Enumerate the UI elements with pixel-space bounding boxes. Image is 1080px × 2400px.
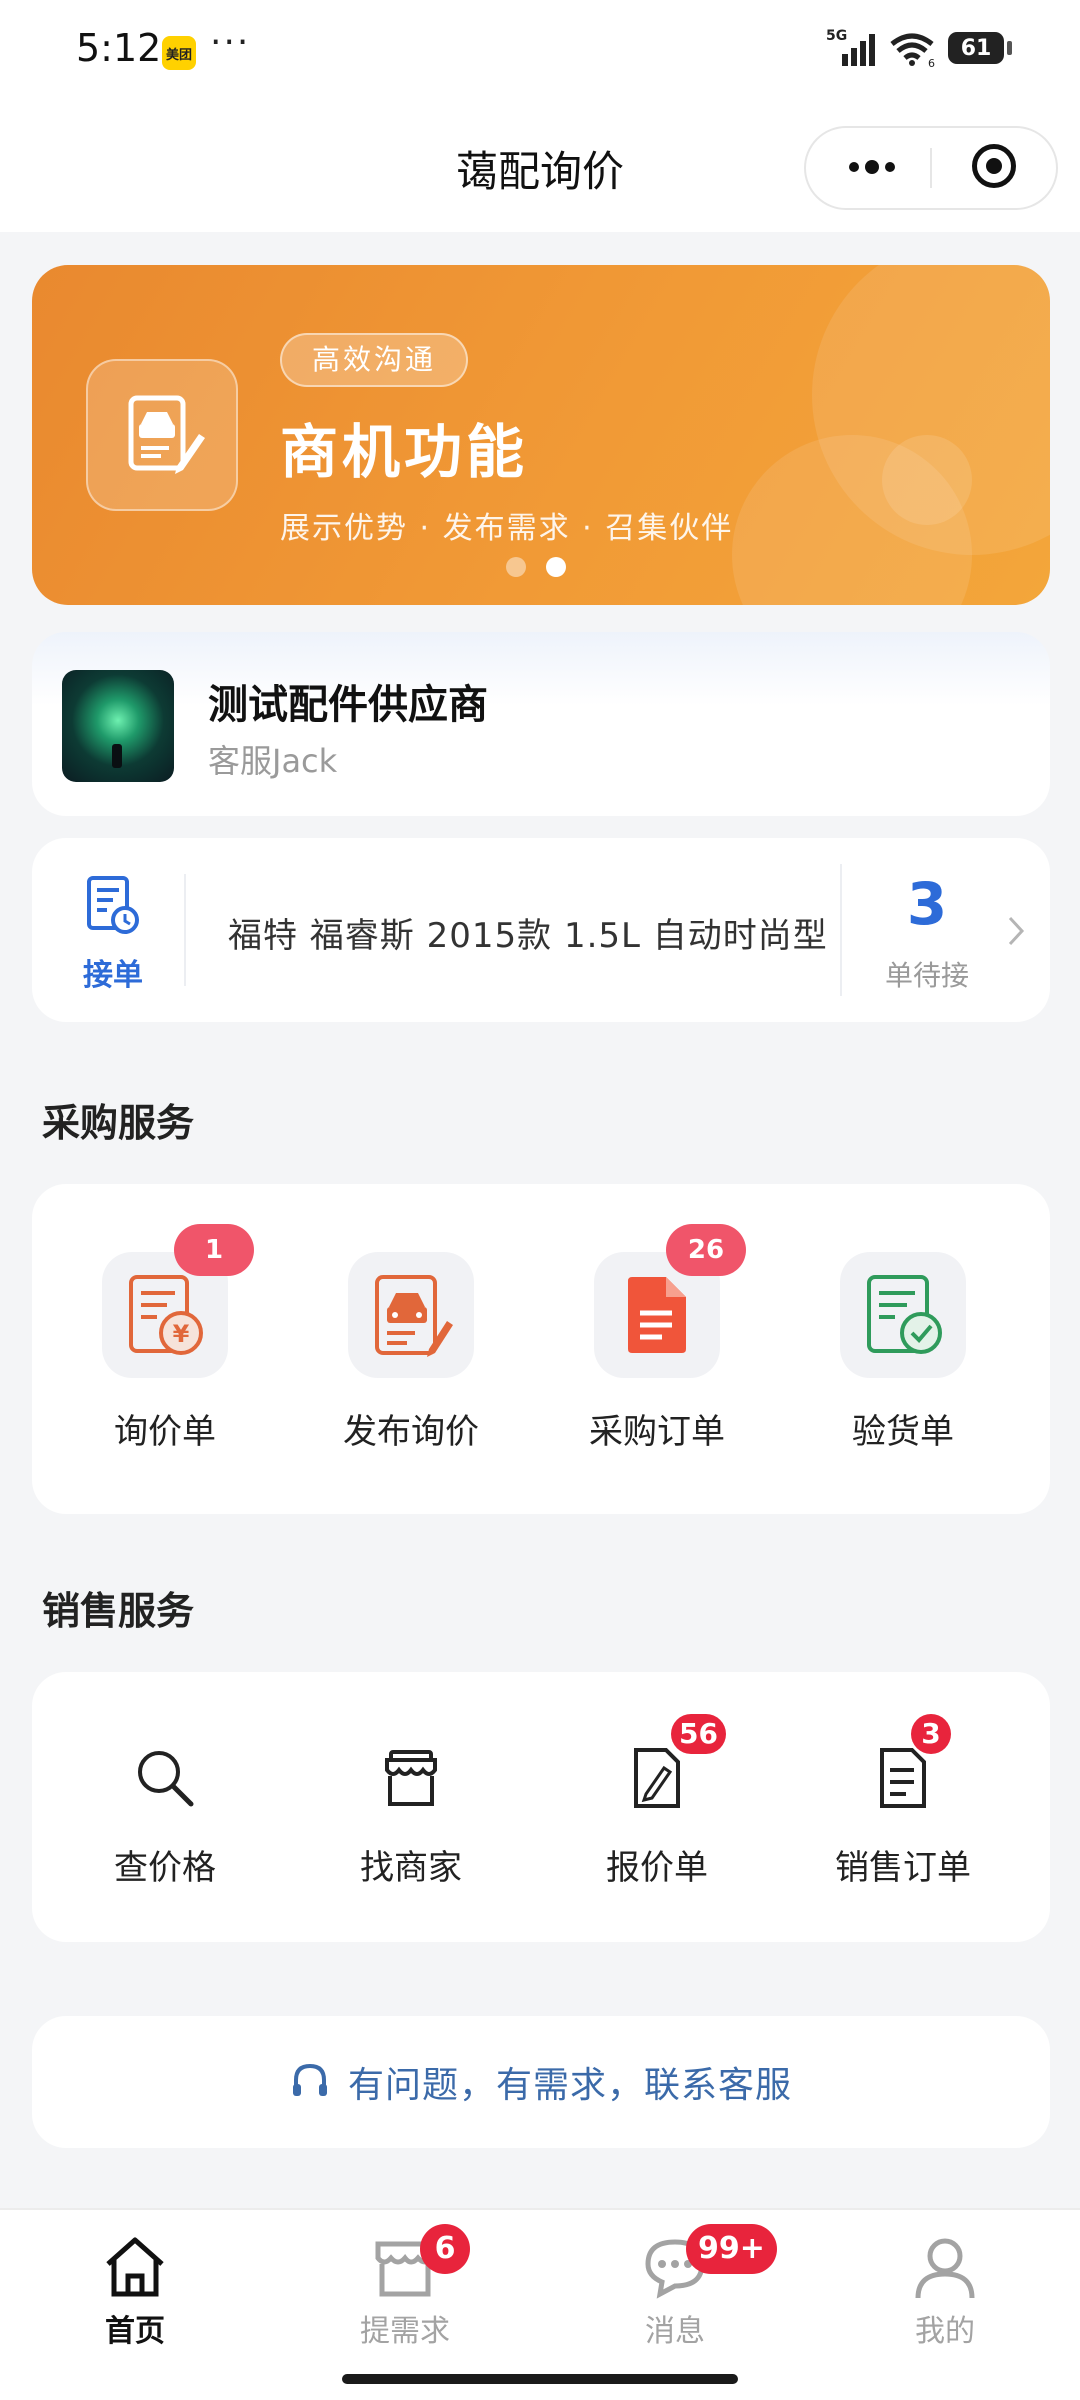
meituan-app-icon: 美团 (162, 36, 196, 70)
purchase-section-title: 采购服务 (42, 1101, 195, 1145)
tab-profile[interactable]: 我的 (855, 2232, 1035, 2350)
inspection-icon (867, 1275, 942, 1354)
purchase-order-badge: 26 (666, 1224, 746, 1276)
inquiry-badge: 1 (174, 1224, 254, 1276)
publish-inquiry-icon (375, 1275, 453, 1357)
inspection-label: 验货单 (852, 1412, 954, 1452)
profile-icon (915, 2238, 975, 2299)
purchase-order-label: 采购订单 (589, 1412, 725, 1452)
network-type-label: 5G (826, 28, 847, 44)
status-time: 5:12 (76, 26, 162, 70)
tab-home[interactable]: 首页 (45, 2232, 225, 2350)
inquiry-list-label: 询价单 (114, 1412, 216, 1452)
pager-dot[interactable] (506, 557, 526, 577)
car-model-text: 福特 福睿斯 2015款 1.5L 自动时尚型 (228, 916, 828, 956)
search-icon (138, 1751, 194, 1807)
accept-order-button[interactable]: 接单 (58, 874, 168, 994)
sales-order-badge: 3 (911, 1714, 951, 1754)
tab-messages-label: 消息 (645, 2314, 705, 2349)
check-price-entry[interactable]: 查价格 (42, 1738, 288, 1889)
inquiry-list-entry[interactable]: ¥ 1 询价单 (42, 1224, 288, 1453)
nav-bar: 蔼配询价 (0, 100, 1080, 232)
pending-count: 3 (906, 870, 948, 938)
home-indicator (342, 2374, 738, 2384)
store-icon (385, 1750, 437, 1806)
sales-order-label: 销售订单 (835, 1848, 971, 1888)
chevron-right-icon[interactable] (1004, 914, 1028, 948)
quote-list-entry[interactable]: 56 报价单 (534, 1714, 780, 1889)
banner-subtitle: 展示优势 · 发布需求 · 召集伙伴 (280, 511, 734, 546)
capsule-divider (930, 148, 932, 188)
supplier-name: 测试配件供应商 (208, 682, 488, 728)
contact-service-button[interactable]: 有问题，有需求，联系客服 (32, 2016, 1050, 2148)
pending-count-label: 单待接 (884, 959, 969, 992)
supplier-avatar (62, 670, 174, 782)
mini-program-capsule (804, 126, 1058, 210)
inquiry-invoice-icon: ¥ (129, 1275, 203, 1355)
messages-badge: 99+ (686, 2224, 777, 2274)
status-bar: 5:12 美团 ··· 5G 6 61 (0, 0, 1080, 100)
contact-service-text: 有问题，有需求，联系客服 (347, 2065, 792, 2106)
publish-inquiry-label: 发布询价 (343, 1412, 479, 1452)
banner-pager (506, 557, 566, 577)
sales-order-icon (880, 1748, 926, 1808)
tab-request[interactable]: 6 提需求 (315, 2224, 495, 2350)
banner-tag: 高效沟通 (280, 333, 469, 387)
publish-inquiry-entry[interactable]: 发布询价 (288, 1252, 534, 1453)
purchase-services-card: ¥ 1 询价单 发布询价 26 采购订单 验货单 (32, 1184, 1050, 1514)
more-menu-button[interactable] (842, 152, 902, 182)
tab-profile-label: 我的 (915, 2314, 975, 2349)
wifi-level-label: 6 (928, 57, 935, 68)
close-target-icon[interactable] (972, 144, 1016, 188)
accept-order-label: 接单 (83, 958, 143, 993)
pager-dot-active[interactable] (546, 557, 566, 577)
request-badge: 6 (420, 2224, 470, 2274)
banner-headline: 商机功能 (280, 418, 529, 486)
status-more-icon: ··· (210, 22, 251, 63)
supplier-role: 客服Jack (208, 742, 338, 780)
svg-text:¥: ¥ (173, 1320, 190, 1348)
accept-order-icon (87, 876, 139, 934)
inspection-entry[interactable]: 验货单 (780, 1252, 1026, 1453)
bottom-tab-bar: 首页 6 提需求 99+ 消息 我的 (0, 2208, 1080, 2400)
sales-order-entry[interactable]: 3 销售订单 (780, 1714, 1026, 1889)
tab-home-label: 首页 (105, 2314, 165, 2349)
quote-badge: 56 (671, 1714, 726, 1754)
headset-icon (292, 2063, 327, 2096)
tab-request-label: 提需求 (360, 2314, 450, 2349)
find-merchant-label: 找商家 (360, 1848, 462, 1888)
home-icon (106, 2237, 164, 2297)
purchase-order-icon (628, 1277, 686, 1353)
battery-icon: 61 (948, 32, 1012, 64)
quote-doc-icon (634, 1748, 680, 1808)
quote-list-label: 报价单 (606, 1848, 708, 1888)
sales-services-card: 查价格 找商家 56 报价单 3 销售订单 (32, 1672, 1050, 1942)
pending-orders-card[interactable]: 接单 福特 福睿斯 2015款 1.5L 自动时尚型 3 单待接 (32, 838, 1050, 1022)
tab-messages[interactable]: 99+ 消息 (585, 2224, 777, 2350)
find-merchant-entry[interactable]: 找商家 (288, 1738, 534, 1889)
supplier-card[interactable]: 测试配件供应商 客服Jack (32, 632, 1050, 816)
cellular-signal-icon: 5G (826, 28, 875, 66)
sales-section-title: 销售服务 (42, 1589, 195, 1633)
banner-car-doc-icon (86, 359, 238, 511)
promo-banner[interactable]: 高效沟通 商机功能 展示优势 · 发布需求 · 召集伙伴 (32, 265, 1050, 605)
check-price-label: 查价格 (114, 1848, 216, 1888)
wifi-icon: 6 (890, 33, 935, 68)
purchase-order-entry[interactable]: 26 采购订单 (534, 1224, 780, 1453)
